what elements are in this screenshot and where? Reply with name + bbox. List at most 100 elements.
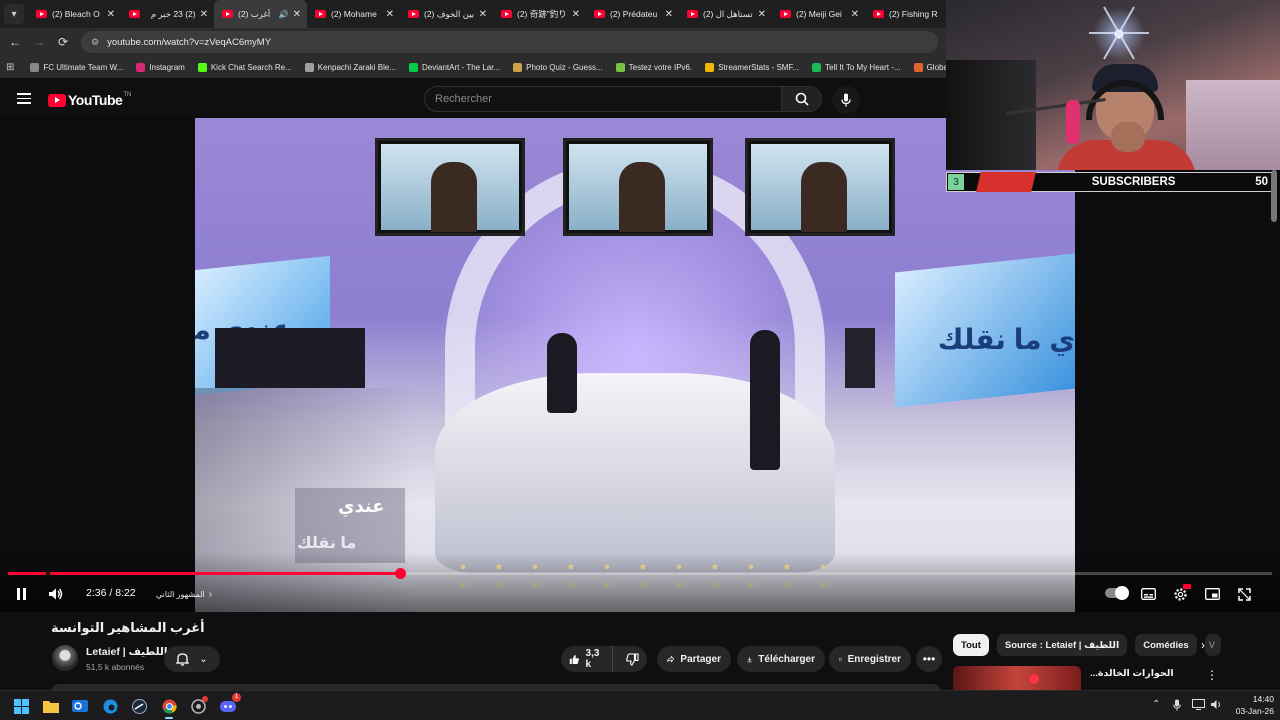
apps-grid-icon[interactable]: ⊞ (6, 62, 14, 73)
thumbs-down-icon (626, 652, 639, 666)
browser-tab[interactable]: (2) تستاهل ال ✕ (679, 0, 772, 28)
bookmark-favicon-icon (615, 62, 625, 72)
tab-close-icon[interactable]: ✕ (851, 9, 859, 20)
settings-button[interactable] (1170, 584, 1191, 604)
tab-close-icon[interactable]: ✕ (758, 9, 766, 20)
search-placeholder: Rechercher (435, 93, 492, 105)
browser-tab[interactable]: (2) بين الخوف ✕ (400, 0, 493, 28)
tab-close-icon[interactable]: ✕ (293, 9, 301, 20)
search-input[interactable]: Rechercher (424, 86, 782, 112)
file-explorer-icon[interactable] (43, 698, 59, 714)
tab-close-icon[interactable]: ✕ (665, 9, 673, 20)
gaming-chair (946, 60, 1036, 170)
taskbar-clock[interactable]: 14:40 03-Jan-26 (1228, 693, 1274, 717)
recommended-video-title[interactable]: الحوارات الخالدة... (1090, 668, 1174, 679)
browser-tab[interactable]: (2) Prédateu ✕ (586, 0, 679, 28)
notification-bell-button[interactable]: ⌄ (164, 646, 220, 672)
miniplayer-button[interactable] (1202, 585, 1222, 603)
bookmark-favicon-icon (197, 62, 207, 72)
like-dislike-group: 3,3 k (561, 646, 647, 672)
scrubber-handle[interactable] (394, 568, 406, 579)
fullscreen-button[interactable] (1234, 585, 1254, 603)
browser-tab-active[interactable]: (2) أغرب 🔊 ✕ (214, 0, 307, 28)
site-info-icon[interactable]: ⚙ (91, 37, 99, 48)
chapter-divider (46, 572, 50, 575)
autoplay-toggle[interactable] (1105, 586, 1129, 600)
more-actions-button[interactable]: ••• (916, 646, 942, 672)
progress-bar[interactable] (8, 568, 1272, 579)
tab-close-icon[interactable]: ✕ (572, 9, 580, 20)
tab-close-icon[interactable]: ✕ (107, 9, 115, 20)
dislike-button[interactable] (619, 652, 647, 666)
bookmark-item[interactable]: FC Ultimate Team W... (30, 62, 123, 72)
video-player[interactable]: عندي ما ي ما نقلك عندي ما نقلك (0, 118, 1280, 612)
youtube-favicon-icon (315, 10, 326, 18)
menu-icon[interactable] (17, 93, 31, 104)
browser-tab[interactable]: (2) Bleach O ✕ (28, 0, 121, 28)
filter-chip[interactable]: Tout (953, 634, 989, 656)
channel-avatar[interactable] (52, 645, 78, 671)
browser-toolbar: ← → ⟳ ⚙ youtube.com/watch?v=zVeqAC6myMY (0, 28, 946, 56)
voice-search-button[interactable] (832, 86, 860, 114)
tab-search-icon[interactable]: ▾ (4, 4, 24, 24)
chapter-button[interactable]: المشهور الثاني › (152, 586, 216, 602)
volume-button[interactable] (46, 585, 66, 603)
bookmark-favicon-icon (513, 62, 523, 72)
studio-screen (745, 138, 895, 236)
youtube-favicon-icon (780, 10, 791, 18)
tab-close-icon[interactable]: ✕ (386, 9, 394, 20)
youtube-wordmark: YouTube (68, 92, 123, 108)
page-scrollbar[interactable] (1271, 170, 1277, 222)
network-icon[interactable] (1192, 699, 1205, 713)
bookmark-item[interactable]: Kenpachi Zaraki Ble... (304, 62, 396, 72)
subtitles-button[interactable] (1138, 585, 1158, 603)
search-button[interactable] (782, 86, 822, 112)
microphone-tray-icon[interactable] (1173, 699, 1181, 714)
chrome-icon[interactable] (161, 698, 177, 714)
bookmark-item[interactable]: Instagram (136, 62, 185, 72)
browser-tab[interactable]: (2) Fishing R (865, 0, 945, 28)
caption-line-2: ما نقلك (297, 535, 357, 552)
share-icon (667, 655, 675, 663)
live-dot-icon (1029, 674, 1039, 684)
bookmark-item[interactable]: Photo Quiz - Guess... (513, 62, 603, 72)
discord-icon[interactable]: 1 (220, 693, 241, 714)
save-button[interactable]: Enregistrer (829, 646, 911, 672)
steam-icon[interactable] (131, 698, 147, 714)
youtube-logo[interactable]: YouTube TN (48, 92, 131, 108)
share-button[interactable]: Partager (657, 646, 731, 672)
filter-chip[interactable]: Source : Letaief | اللطيف (996, 634, 1128, 656)
bookmark-item[interactable]: Tell It To My Heart -... (812, 62, 901, 72)
browser-tab[interactable]: (2) Mohame ✕ (307, 0, 400, 28)
download-button[interactable]: Télécharger (737, 646, 825, 672)
channel-name[interactable]: Letaief | اللطيف (86, 646, 167, 658)
pause-button[interactable] (12, 585, 30, 603)
browser-tab[interactable]: (2) 23 خبر م ✕ (121, 0, 214, 28)
reload-icon[interactable]: ⟳ (51, 30, 75, 54)
browser-tab[interactable]: (2) 奇跡"釣り ✕ (493, 0, 586, 28)
more-vertical-icon[interactable]: ⋮ (1206, 668, 1218, 682)
volume-icon (49, 588, 63, 600)
like-button[interactable]: 3,3 k (561, 646, 613, 672)
subscriber-goal-bar: 3 SUBSCRIBERS 50 (946, 172, 1274, 192)
forward-arrow-icon[interactable]: → (27, 30, 51, 54)
bookmark-item[interactable]: Testez votre IPv6. (615, 62, 692, 72)
tab-close-icon[interactable]: ✕ (479, 9, 487, 20)
back-arrow-icon[interactable]: ← (3, 30, 27, 54)
video-frame[interactable]: عندي ما ي ما نقلك عندي ما نقلك (195, 118, 1075, 612)
bookmark-item[interactable]: StreamerStats - SMF... (705, 62, 799, 72)
edge-icon[interactable] (102, 698, 118, 714)
bookmark-item[interactable]: DeviantArt - The Lar... (409, 62, 500, 72)
tab-audio-icon[interactable]: 🔊 (279, 10, 289, 19)
chevron-right-icon[interactable]: › (1194, 636, 1212, 654)
browser-tab[interactable]: (2) Meiji Gei ✕ (772, 0, 865, 28)
filter-chip[interactable]: Comédies (1135, 634, 1197, 656)
address-bar[interactable]: ⚙ youtube.com/watch?v=zVeqAC6myMY (81, 31, 938, 53)
outlook-icon[interactable] (72, 698, 88, 714)
tab-close-icon[interactable]: ✕ (200, 9, 208, 20)
chevron-up-icon[interactable]: ⌃ (1152, 699, 1160, 710)
bookmark-item[interactable]: Kick Chat Search Re... (197, 62, 292, 72)
speaker-icon[interactable] (1210, 699, 1223, 713)
chrome-alt-icon[interactable] (190, 696, 208, 714)
start-icon[interactable] (13, 698, 29, 714)
